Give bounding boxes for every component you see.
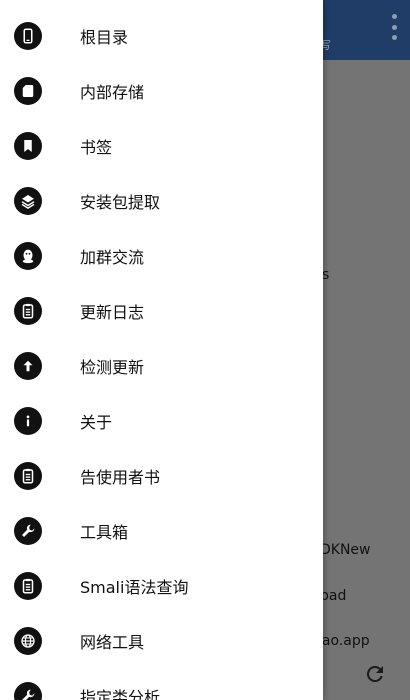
menu-item-changelog[interactable]: 更新日志 — [0, 283, 323, 338]
clipboard-icon — [14, 296, 42, 325]
sd-card-icon — [14, 76, 42, 105]
background-text-app: iao.app — [318, 633, 370, 649]
qq-penguin-icon — [14, 241, 42, 270]
clipboard-icon — [14, 571, 42, 600]
menu-item-apk-extract[interactable]: 安装包提取 — [0, 173, 323, 228]
menu-item-smali-syntax[interactable]: Smali语法查询 — [0, 558, 323, 613]
menu-item-user-notice[interactable]: 告使用者书 — [0, 448, 323, 503]
menu-item-root-directory[interactable]: 根目录 — [0, 8, 323, 63]
wrench-icon — [14, 516, 42, 545]
background-text-dknew: DKNew — [320, 542, 371, 558]
phone-icon — [14, 21, 42, 50]
menu-item-label: 加群交流 — [80, 247, 145, 267]
menu-item-label: 内部存储 — [80, 82, 145, 102]
menu-item-label: 指定类分析 — [80, 687, 161, 700]
menu-item-bookmarks[interactable]: 书签 — [0, 118, 323, 173]
arrow-up-icon — [14, 351, 42, 380]
menu-item-label: 网络工具 — [80, 632, 145, 652]
menu-item-check-update[interactable]: 检测更新 — [0, 338, 323, 393]
menu-item-join-group[interactable]: 加群交流 — [0, 228, 323, 283]
menu-item-network-tools[interactable]: 网络工具 — [0, 613, 323, 668]
menu-item-label: 工具箱 — [80, 522, 129, 542]
layers-icon — [14, 186, 42, 215]
menu-item-label: 关于 — [80, 412, 113, 432]
menu-item-label: 更新日志 — [80, 302, 145, 322]
menu-item-label: 检测更新 — [80, 357, 145, 377]
wrench-icon — [14, 681, 42, 700]
menu-item-label: 安装包提取 — [80, 192, 161, 212]
menu-item-toolbox[interactable]: 工具箱 — [0, 503, 323, 558]
bookmark-icon — [14, 131, 42, 160]
navigation-drawer: 根目录 内部存储 书签 安装包提取 加群交流 更新日志 检测更新 关于 告使用者… — [0, 0, 323, 700]
background-text-bad: bad — [320, 588, 347, 604]
clipboard-icon — [14, 461, 42, 490]
background-text-s: s — [322, 267, 330, 283]
menu-item-label: 书签 — [80, 137, 113, 157]
menu-item-internal-storage[interactable]: 内部存储 — [0, 63, 323, 118]
menu-item-label: 告使用者书 — [80, 467, 161, 487]
globe-icon — [14, 626, 42, 655]
menu-item-label: 根目录 — [80, 27, 129, 47]
menu-item-class-analysis[interactable]: 指定类分析 — [0, 668, 323, 700]
overflow-menu-icon[interactable] — [384, 14, 404, 40]
refresh-icon[interactable] — [363, 662, 387, 686]
info-icon — [14, 406, 42, 435]
menu-item-label: Smali语法查询 — [80, 577, 189, 597]
menu-item-about[interactable]: 关于 — [0, 393, 323, 448]
